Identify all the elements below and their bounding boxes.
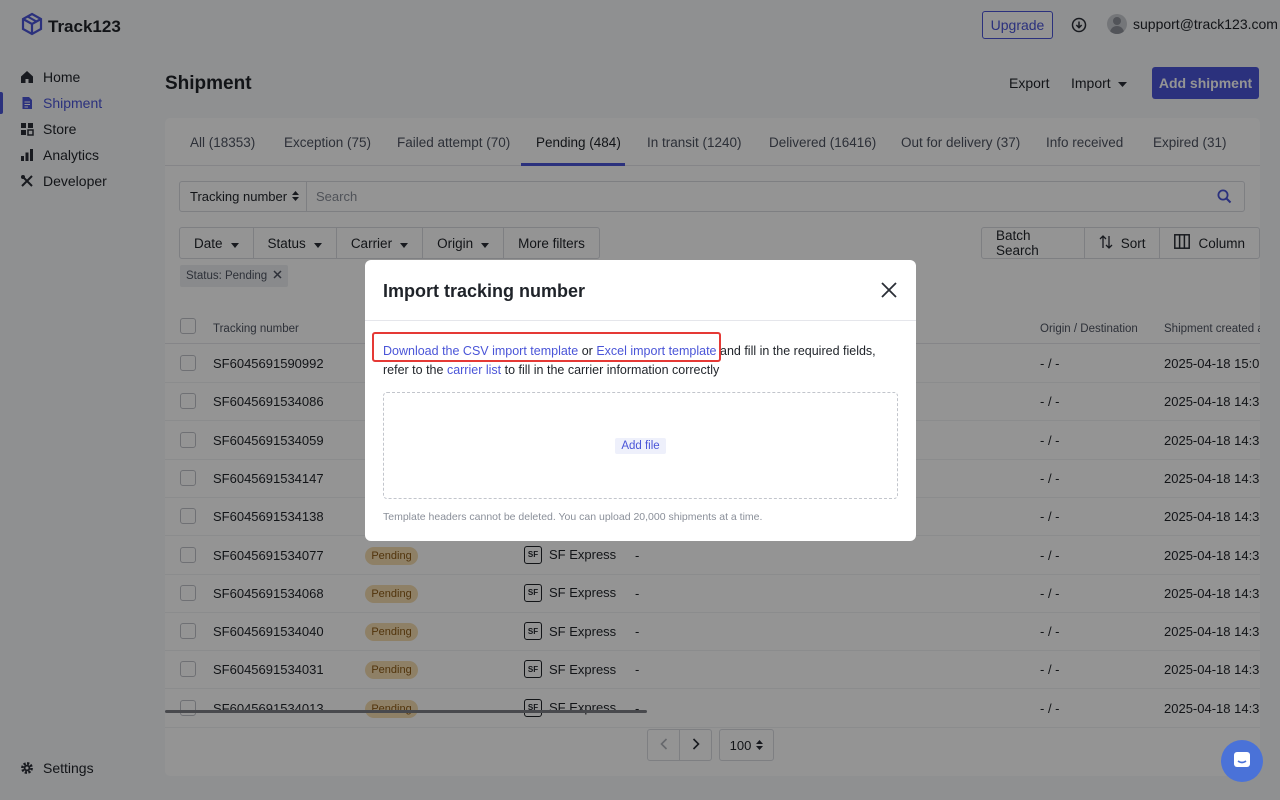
add-file-button[interactable]: Add file <box>615 437 666 454</box>
chat-icon <box>1232 750 1252 773</box>
close-icon[interactable] <box>879 280 899 300</box>
refer-text: refer to the <box>383 363 444 377</box>
modal-divider <box>365 320 916 321</box>
upload-note: Template headers cannot be deleted. You … <box>383 511 763 523</box>
highlight-box <box>372 332 721 362</box>
chat-button[interactable] <box>1221 740 1263 782</box>
carrier-text: to fill in the carrier information corre… <box>504 363 720 377</box>
fill-text: and fill in the required fields, <box>720 344 876 358</box>
file-dropzone[interactable]: Add file <box>383 392 898 499</box>
import-modal: Import tracking number Download the CSV … <box>365 260 916 541</box>
carrier-list-link[interactable]: carrier list <box>447 363 501 377</box>
modal-title: Import tracking number <box>383 281 586 301</box>
